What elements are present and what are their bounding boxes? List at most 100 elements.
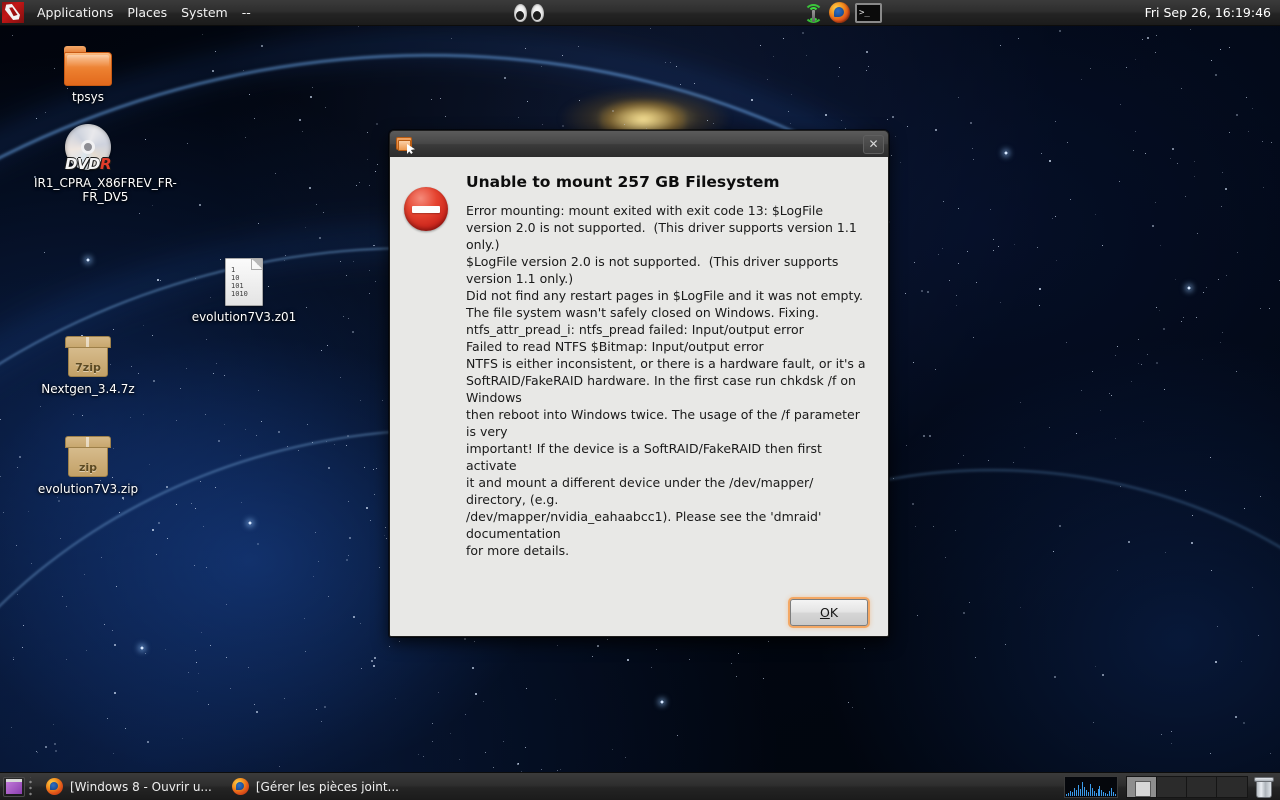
dialog-message-line: important! If the device is a SoftRAID/F… xyxy=(466,441,822,456)
desktop-icon-tpsys[interactable]: tpsys xyxy=(32,36,144,104)
bottom-panel[interactable]: [Windows 8 - Ouvrir u... [Gérer les pièc… xyxy=(0,772,1280,800)
monitor-bar xyxy=(1081,781,1083,796)
archive-zip-icon: zip xyxy=(32,428,144,478)
firefox-icon[interactable] xyxy=(828,2,850,23)
monitor-bar xyxy=(1091,787,1093,796)
dialog-message-line: version 2.0 is not supported. (This driv… xyxy=(466,220,857,235)
desktop-icon-dvd[interactable]: DVDR IR1_CPRA_X86FREV_FR-FR_DV5 xyxy=(32,122,177,204)
monitor-bar xyxy=(1109,790,1111,796)
workspace-1[interactable] xyxy=(1127,776,1157,797)
monitor-bar xyxy=(1111,787,1113,796)
tray-icons[interactable]: >_ xyxy=(803,2,882,23)
dialog-body: Unable to mount 257 GB Filesystem Error … xyxy=(389,157,889,637)
dialog-message-line: only.) xyxy=(466,237,500,252)
monitor-bar xyxy=(1097,788,1099,796)
monitor-bar xyxy=(1077,784,1079,796)
monitor-bar xyxy=(1066,793,1067,796)
dialog-message-line: for more details. xyxy=(466,543,570,558)
dialog-titlebar[interactable]: ✕ xyxy=(389,130,889,157)
workspace-4[interactable] xyxy=(1217,776,1247,797)
monitor-bar xyxy=(1069,790,1071,796)
dialog-message-line: it and mount a different device under th… xyxy=(466,475,814,490)
monitor-bar xyxy=(1107,793,1109,796)
dvd-r-disc-icon: DVDR xyxy=(32,122,144,172)
close-icon[interactable]: ✕ xyxy=(863,134,884,154)
trash-can-icon[interactable] xyxy=(1254,776,1274,798)
ok-button[interactable]: OK xyxy=(790,599,868,626)
dialog-message-line: directory, (e.g. xyxy=(466,492,559,507)
dialog-message-line: Windows xyxy=(466,390,522,405)
ok-mnemonic: O xyxy=(819,605,830,620)
eye-left-icon xyxy=(514,3,528,22)
desktop[interactable]: Applications Places System -- >_ Fri Sep… xyxy=(0,0,1280,800)
ubuntu-studio-logo-icon[interactable] xyxy=(2,2,24,23)
monitor-bar xyxy=(1089,783,1091,796)
dialog-text-block: Unable to mount 257 GB Filesystem Error … xyxy=(466,173,870,559)
ok-rest: K xyxy=(829,605,839,620)
monitor-bar xyxy=(1073,787,1075,796)
error-stop-icon xyxy=(404,187,448,231)
show-desktop-icon[interactable] xyxy=(3,776,25,797)
eye-right-icon xyxy=(531,3,545,22)
archive-7zip-icon: 7zip xyxy=(32,328,144,378)
monitor-bar xyxy=(1093,790,1095,796)
workspace-2[interactable] xyxy=(1157,776,1187,797)
mount-error-dialog[interactable]: ✕ Unable to mount 257 GB Filesystem Erro… xyxy=(389,130,889,637)
monitor-bar xyxy=(1075,789,1077,796)
firefox-icon xyxy=(231,778,249,795)
wireless-signal-icon[interactable] xyxy=(803,3,824,23)
eyes-applet-icon[interactable] xyxy=(514,3,545,22)
dialog-message-line: version 1.1 only.) xyxy=(466,271,574,286)
taskbar-item-label: [Gérer les pièces joint... xyxy=(255,779,399,794)
panel-drag-handle[interactable] xyxy=(27,776,34,797)
dialog-message-line: then reboot into Windows twice. The usag… xyxy=(466,407,860,422)
desktop-icon-label: Nextgen_3.4.7z xyxy=(41,382,135,396)
desktop-icon-evolution-zip[interactable]: zip evolution7V3.zip xyxy=(32,428,144,496)
dialog-message-line: The file system wasn't safely closed on … xyxy=(466,305,819,320)
workspace-switcher[interactable] xyxy=(1126,775,1248,798)
system-monitor-graph-icon[interactable] xyxy=(1064,775,1118,798)
monitor-bar xyxy=(1095,792,1097,796)
desktop-icon-label: IR1_CPRA_X86FREV_FR-FR_DV5 xyxy=(34,176,177,204)
monitor-bar xyxy=(1115,793,1117,796)
dialog-heading: Unable to mount 257 GB Filesystem xyxy=(466,173,780,191)
archive-badge-text: zip xyxy=(68,447,108,477)
taskbar-item-label: [Windows 8 - Ouvrir u... xyxy=(70,779,212,794)
menu-system[interactable]: System xyxy=(174,2,235,23)
menu-places[interactable]: Places xyxy=(120,2,174,23)
monitor-bar xyxy=(1105,792,1107,796)
top-panel[interactable]: Applications Places System -- >_ Fri Sep… xyxy=(0,0,1280,26)
menu-separator[interactable]: -- xyxy=(235,2,258,23)
dialog-message-line: /dev/mapper/nvidia_eahaabcc1). Please se… xyxy=(466,509,822,524)
dialog-message-line: Failed to read NTFS $Bitmap: Input/outpu… xyxy=(466,339,764,354)
dialog-message: Error mounting: mount exited with exit c… xyxy=(466,202,870,559)
monitor-bar xyxy=(1101,789,1103,796)
dialog-content-row: Unable to mount 257 GB Filesystem Error … xyxy=(404,173,870,559)
nautilus-folder-cursor-icon xyxy=(396,135,415,154)
dialog-message-line: NTFS is either inconsistent, or there is… xyxy=(466,356,866,371)
dialog-message-line: is very xyxy=(466,424,508,439)
dialog-actions: OK xyxy=(404,583,870,626)
monitor-bar xyxy=(1113,791,1115,796)
terminal-icon[interactable]: >_ xyxy=(854,2,882,23)
monitor-bar xyxy=(1103,791,1105,796)
dialog-message-line: ntfs_attr_pread_i: ntfs_pread failed: In… xyxy=(466,322,804,337)
taskbar-item-windows8[interactable]: [Windows 8 - Ouvrir u... xyxy=(38,775,220,798)
monitor-bar xyxy=(1071,791,1073,796)
monitor-bar xyxy=(1083,786,1085,796)
desktop-icon-label: evolution7V3.zip xyxy=(37,482,139,496)
desktop-icon-z01[interactable]: 1 10 101 1010 evolution7V3.z01 xyxy=(188,256,300,324)
workspace-3[interactable] xyxy=(1187,776,1217,797)
dialog-message-line: Did not find any restart pages in $LogFi… xyxy=(466,288,863,303)
dialog-message-line: Error mounting: mount exited with exit c… xyxy=(466,203,824,218)
taskbar-item-pieces-jointes[interactable]: [Gérer les pièces joint... xyxy=(224,775,407,798)
monitor-bar xyxy=(1085,789,1087,796)
desktop-icon-label: evolution7V3.z01 xyxy=(191,310,297,324)
dvd-badge-text: DVD xyxy=(64,155,101,173)
menu-applications[interactable]: Applications xyxy=(30,2,120,23)
dialog-message-line: SoftRAID/FakeRAID hardware. In the first… xyxy=(466,373,856,388)
archive-badge-text: 7zip xyxy=(68,347,108,377)
dialog-message-line: activate xyxy=(466,458,517,473)
clock[interactable]: Fri Sep 26, 16:19:46 xyxy=(1139,5,1280,20)
desktop-icon-nextgen-7z[interactable]: 7zip Nextgen_3.4.7z xyxy=(32,328,144,396)
